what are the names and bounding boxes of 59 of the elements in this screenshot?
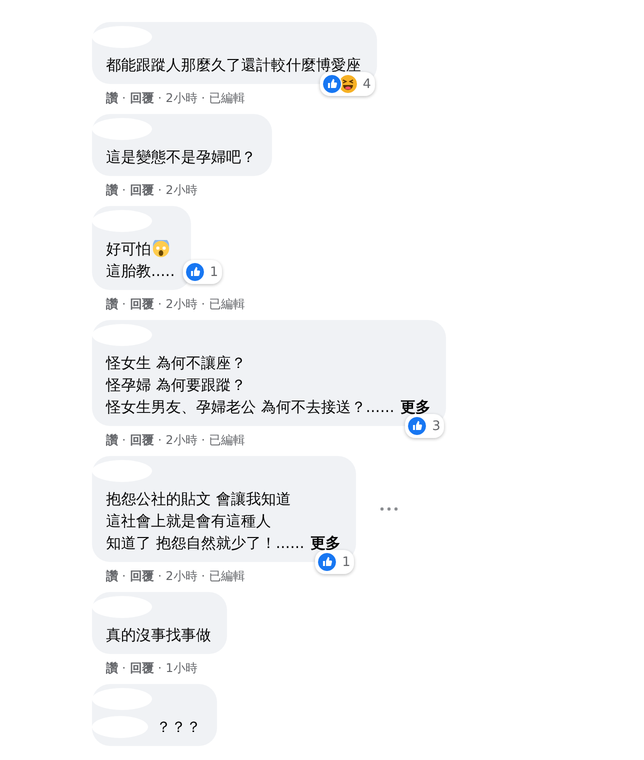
comment-meta: 2小時 <box>166 90 198 106</box>
action-link[interactable]: 讚 <box>106 296 118 312</box>
comment-meta: 2小時 <box>166 568 198 584</box>
screaming-face-icon <box>152 240 170 258</box>
separator-dot: · <box>201 569 206 583</box>
reaction-count[interactable]: 3 <box>405 414 444 438</box>
separator-dot: · <box>158 569 162 583</box>
separator-dot: · <box>122 569 126 583</box>
separator-dot: · <box>158 91 162 105</box>
comment-meta: 已編輯 <box>209 90 246 106</box>
comment-meta: 已編輯 <box>209 568 246 584</box>
action-link[interactable]: 回覆 <box>130 182 154 198</box>
comment-text: 怪孕婦 為何要跟蹤？ <box>106 375 246 396</box>
action-link[interactable]: 回覆 <box>130 660 154 676</box>
like-icon <box>322 74 342 94</box>
separator-dot: · <box>158 183 162 197</box>
action-link[interactable]: 讚 <box>106 90 118 106</box>
comment-meta: 2小時 <box>166 182 198 198</box>
comment-meta: 1小時 <box>166 660 198 676</box>
comment-meta: 已編輯 <box>209 296 246 312</box>
separator-dot: · <box>122 297 126 311</box>
reaction-count[interactable]: 4 <box>320 72 375 96</box>
comment-text: 好可怕 <box>106 239 151 260</box>
reaction-count[interactable]: 1 <box>182 260 222 284</box>
comment-text: 知道了 抱怨自然就少了！...... <box>106 533 304 554</box>
comment-text: ？？？ <box>156 717 201 738</box>
separator-dot: · <box>201 297 206 311</box>
separator-dot: · <box>158 297 162 311</box>
action-link[interactable]: 回覆 <box>130 90 154 106</box>
comment-meta: 2小時 <box>166 432 198 448</box>
action-link[interactable]: 讚 <box>106 182 118 198</box>
action-link[interactable]: 讚 <box>106 660 118 676</box>
action-link[interactable]: 回覆 <box>130 432 154 448</box>
separator-dot: · <box>122 433 126 447</box>
separator-dot: · <box>122 91 126 105</box>
comment-text: 這胎教..... <box>106 261 175 282</box>
laughing-face-icon <box>338 74 358 94</box>
separator-dot: · <box>122 661 126 675</box>
comment-text: 真的沒事找事做 <box>106 625 211 646</box>
comment-text: 這是變態不是孕婦吧？ <box>106 147 256 168</box>
action-link[interactable]: 回覆 <box>130 568 154 584</box>
comment-text: 怪女生男友、孕婦老公 為何不去接送？...... <box>106 397 394 418</box>
separator-dot: · <box>201 91 206 105</box>
reaction-count[interactable]: 1 <box>315 550 354 574</box>
comment-meta: 已編輯 <box>209 432 246 448</box>
comment-text: 怪女生 為何不讓座？ <box>106 353 246 374</box>
like-icon <box>407 416 428 436</box>
separator-dot: · <box>201 433 206 447</box>
action-link[interactable]: 讚 <box>106 432 118 448</box>
like-icon <box>317 552 338 572</box>
like-icon <box>184 262 205 282</box>
action-link[interactable]: 回覆 <box>130 296 154 312</box>
separator-dot: · <box>158 661 162 675</box>
comment-text: 這社會上就是會有這種人 <box>106 511 271 532</box>
comment-meta: 2小時 <box>166 296 198 312</box>
action-link[interactable]: 讚 <box>106 568 118 584</box>
separator-dot: · <box>122 183 126 197</box>
comment-text: 抱怨公社的貼文 會讓我知道 <box>106 489 291 510</box>
separator-dot: · <box>158 433 162 447</box>
